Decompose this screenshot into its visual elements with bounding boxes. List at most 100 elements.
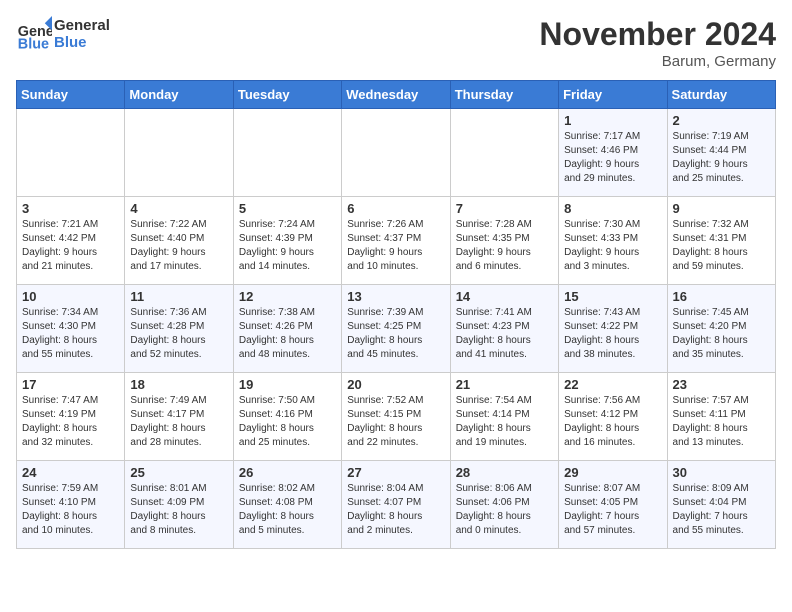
- calendar-cell: 12 Sunrise: 7:38 AM Sunset: 4:26 PM Dayli…: [233, 285, 341, 373]
- day-info: Sunrise: 7:49 AM Sunset: 4:17 PM Dayligh…: [130, 394, 227, 450]
- weekday-header-tuesday: Tuesday: [233, 81, 341, 109]
- day-info: Sunrise: 7:17 AM Sunset: 4:46 PM Dayligh…: [564, 130, 661, 186]
- day-number: 13: [347, 289, 444, 304]
- day-info: Sunrise: 8:06 AM Sunset: 4:06 PM Dayligh…: [456, 482, 553, 538]
- calendar-cell: 6Sunrise: 7:26 AM Sunset: 4:37 PM Daylig…: [342, 197, 450, 285]
- day-number: 9: [673, 201, 770, 216]
- weekday-header-sunday: Sunday: [17, 81, 125, 109]
- title-block: November 2024 Barum, Germany: [539, 16, 776, 70]
- calendar-cell: 19 Sunrise: 7:50 AM Sunset: 4:16 PM Dayli…: [233, 373, 341, 461]
- calendar-cell: 7 Sunrise: 7:28 AM Sunset: 4:35 PM Daylig…: [450, 197, 558, 285]
- logo-icon: General Blue: [16, 16, 52, 52]
- calendar-cell: [125, 109, 233, 197]
- calendar-cell: 26 Sunrise: 8:02 AM Sunset: 4:08 PM Dayli…: [233, 461, 341, 549]
- calendar-cell: 8 Sunrise: 7:30 AM Sunset: 4:33 PM Daylig…: [559, 197, 667, 285]
- calendar-cell: 5Sunrise: 7:24 AM Sunset: 4:39 PM Daylig…: [233, 197, 341, 285]
- day-number: 15: [564, 289, 661, 304]
- day-info: Sunrise: 7:45 AM Sunset: 4:20 PM Dayligh…: [673, 306, 770, 362]
- calendar-cell: 4Sunrise: 7:22 AM Sunset: 4:40 PM Daylig…: [125, 197, 233, 285]
- calendar-cell: 13 Sunrise: 7:39 AM Sunset: 4:25 PM Dayli…: [342, 285, 450, 373]
- weekday-header-saturday: Saturday: [667, 81, 775, 109]
- day-info: Sunrise: 7:50 AM Sunset: 4:16 PM Dayligh…: [239, 394, 336, 450]
- day-info: Sunrise: 7:34 AM Sunset: 4:30 PM Dayligh…: [22, 306, 119, 362]
- day-info: Sunrise: 8:02 AM Sunset: 4:08 PM Dayligh…: [239, 482, 336, 538]
- calendar-cell: 29Sunrise: 8:07 AM Sunset: 4:05 PM Dayli…: [559, 461, 667, 549]
- day-number: 11: [130, 289, 227, 304]
- calendar-cell: 14 Sunrise: 7:41 AM Sunset: 4:23 PM Dayli…: [450, 285, 558, 373]
- day-number: 12: [239, 289, 336, 304]
- calendar-cell: 16 Sunrise: 7:45 AM Sunset: 4:20 PM Dayli…: [667, 285, 775, 373]
- day-number: 25: [130, 465, 227, 480]
- calendar-cell: 25 Sunrise: 8:01 AM Sunset: 4:09 PM Dayli…: [125, 461, 233, 549]
- day-info: Sunrise: 7:32 AM Sunset: 4:31 PM Dayligh…: [673, 218, 770, 274]
- day-number: 23: [673, 377, 770, 392]
- day-info: Sunrise: 8:07 AM Sunset: 4:05 PM Dayligh…: [564, 482, 661, 538]
- day-number: 4: [130, 201, 227, 216]
- day-info: Sunrise: 7:19 AM Sunset: 4:44 PM Dayligh…: [673, 130, 770, 186]
- calendar-cell: [17, 109, 125, 197]
- calendar-cell: 17 Sunrise: 7:47 AM Sunset: 4:19 PM Dayli…: [17, 373, 125, 461]
- calendar-cell: [342, 109, 450, 197]
- day-info: Sunrise: 7:30 AM Sunset: 4:33 PM Dayligh…: [564, 218, 661, 274]
- location: Barum, Germany: [539, 53, 776, 70]
- day-number: 24: [22, 465, 119, 480]
- calendar-cell: 23 Sunrise: 7:57 AM Sunset: 4:11 PM Dayli…: [667, 373, 775, 461]
- calendar-cell: 15 Sunrise: 7:43 AM Sunset: 4:22 PM Dayli…: [559, 285, 667, 373]
- day-number: 28: [456, 465, 553, 480]
- month-title: November 2024: [539, 16, 776, 53]
- day-info: Sunrise: 7:57 AM Sunset: 4:11 PM Dayligh…: [673, 394, 770, 450]
- calendar-cell: 3 Sunrise: 7:21 AM Sunset: 4:42 PM Daylig…: [17, 197, 125, 285]
- calendar-cell: 24 Sunrise: 7:59 AM Sunset: 4:10 PM Dayli…: [17, 461, 125, 549]
- day-number: 21: [456, 377, 553, 392]
- calendar-cell: 27Sunrise: 8:04 AM Sunset: 4:07 PM Dayli…: [342, 461, 450, 549]
- page-header: General Blue General Blue November 2024 …: [16, 16, 776, 70]
- day-info: Sunrise: 7:43 AM Sunset: 4:22 PM Dayligh…: [564, 306, 661, 362]
- day-number: 2: [673, 113, 770, 128]
- day-info: Sunrise: 7:28 AM Sunset: 4:35 PM Dayligh…: [456, 218, 553, 274]
- day-info: Sunrise: 7:38 AM Sunset: 4:26 PM Dayligh…: [239, 306, 336, 362]
- day-number: 14: [456, 289, 553, 304]
- logo-line2: Blue: [54, 34, 110, 51]
- calendar-cell: [450, 109, 558, 197]
- day-info: Sunrise: 7:36 AM Sunset: 4:28 PM Dayligh…: [130, 306, 227, 362]
- day-number: 27: [347, 465, 444, 480]
- day-number: 17: [22, 377, 119, 392]
- day-info: Sunrise: 7:39 AM Sunset: 4:25 PM Dayligh…: [347, 306, 444, 362]
- calendar-cell: 2 Sunrise: 7:19 AM Sunset: 4:44 PM Daylig…: [667, 109, 775, 197]
- calendar-cell: 10Sunrise: 7:34 AM Sunset: 4:30 PM Dayli…: [17, 285, 125, 373]
- svg-text:Blue: Blue: [18, 36, 49, 52]
- calendar-cell: 30Sunrise: 8:09 AM Sunset: 4:04 PM Dayli…: [667, 461, 775, 549]
- day-info: Sunrise: 7:47 AM Sunset: 4:19 PM Dayligh…: [22, 394, 119, 450]
- calendar-cell: 18 Sunrise: 7:49 AM Sunset: 4:17 PM Dayli…: [125, 373, 233, 461]
- weekday-header-thursday: Thursday: [450, 81, 558, 109]
- day-number: 19: [239, 377, 336, 392]
- day-info: Sunrise: 7:52 AM Sunset: 4:15 PM Dayligh…: [347, 394, 444, 450]
- day-number: 22: [564, 377, 661, 392]
- calendar-cell: 28 Sunrise: 8:06 AM Sunset: 4:06 PM Dayli…: [450, 461, 558, 549]
- weekday-header-monday: Monday: [125, 81, 233, 109]
- day-info: Sunrise: 7:41 AM Sunset: 4:23 PM Dayligh…: [456, 306, 553, 362]
- calendar-cell: 1 Sunrise: 7:17 AM Sunset: 4:46 PM Daylig…: [559, 109, 667, 197]
- day-number: 26: [239, 465, 336, 480]
- day-info: Sunrise: 7:21 AM Sunset: 4:42 PM Dayligh…: [22, 218, 119, 274]
- calendar-cell: [233, 109, 341, 197]
- logo: General Blue General Blue: [16, 16, 110, 52]
- day-info: Sunrise: 7:59 AM Sunset: 4:10 PM Dayligh…: [22, 482, 119, 538]
- day-info: Sunrise: 8:01 AM Sunset: 4:09 PM Dayligh…: [130, 482, 227, 538]
- day-number: 7: [456, 201, 553, 216]
- day-number: 30: [673, 465, 770, 480]
- day-number: 3: [22, 201, 119, 216]
- day-number: 6: [347, 201, 444, 216]
- day-number: 1: [564, 113, 661, 128]
- weekday-header-friday: Friday: [559, 81, 667, 109]
- calendar-cell: 22 Sunrise: 7:56 AM Sunset: 4:12 PM Dayli…: [559, 373, 667, 461]
- day-number: 8: [564, 201, 661, 216]
- calendar-cell: 11 Sunrise: 7:36 AM Sunset: 4:28 PM Dayli…: [125, 285, 233, 373]
- day-number: 16: [673, 289, 770, 304]
- calendar-cell: 9 Sunrise: 7:32 AM Sunset: 4:31 PM Daylig…: [667, 197, 775, 285]
- day-info: Sunrise: 7:56 AM Sunset: 4:12 PM Dayligh…: [564, 394, 661, 450]
- calendar-cell: 21Sunrise: 7:54 AM Sunset: 4:14 PM Dayli…: [450, 373, 558, 461]
- day-number: 18: [130, 377, 227, 392]
- weekday-header-wednesday: Wednesday: [342, 81, 450, 109]
- day-number: 20: [347, 377, 444, 392]
